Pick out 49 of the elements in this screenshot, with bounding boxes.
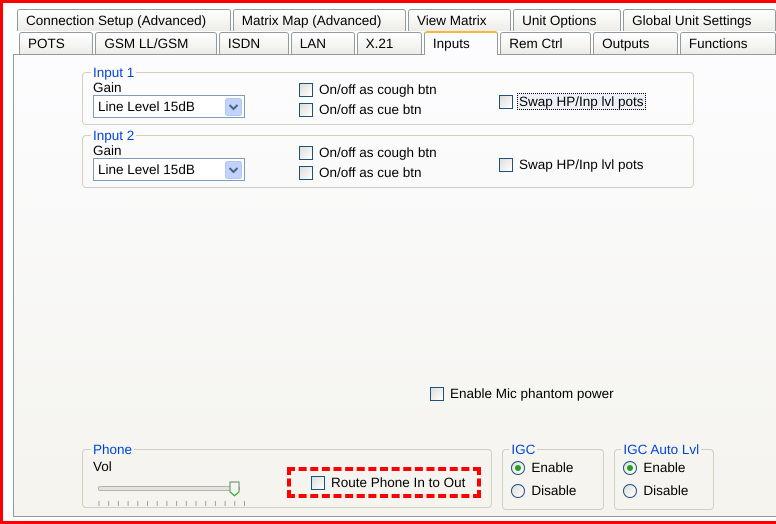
checkbox[interactable] [299,82,313,96]
tab[interactable]: X.21 [356,32,422,54]
radio-button[interactable] [511,460,526,474]
checkbox-label: On/off as cough btn [318,81,438,98]
tab[interactable]: LAN [290,32,355,54]
checkbox[interactable] [499,94,513,108]
slider-thumb[interactable] [228,481,240,497]
tab[interactable]: Matrix Map (Advanced) [232,9,406,31]
tab[interactable]: Functions [680,32,776,54]
checkbox-label: Enable Mic phantom power [449,385,615,402]
checkbox-label: On/off as cough btn [318,144,438,161]
tab[interactable]: Unit Options [513,9,622,31]
checkbox-label: Swap HP/Inp lvl pots [517,93,646,110]
checkbox-label: Route Phone In to Out [330,474,466,491]
checkbox[interactable] [311,476,325,490]
gain-label: Gain [93,80,123,95]
radio-label: Disable [530,482,578,499]
tab[interactable]: View Matrix [408,9,512,31]
radio-label: Enable [530,459,574,476]
radio-button[interactable] [623,484,638,498]
group-title: IGC Auto Lvl [622,442,700,457]
checkbox-label: Swap HP/Inp lvl pots [518,156,645,173]
radio-label: Disable [642,482,690,499]
checkbox[interactable] [299,146,313,160]
group-title: Input 1 [92,65,136,80]
tab[interactable]: Rem Ctrl [500,32,592,54]
gain-dropdown[interactable]: Line Level 15dB [93,95,245,118]
checkbox[interactable] [430,386,444,400]
tab[interactable]: GSM LL/GSM [95,32,217,54]
group-title: Phone [92,442,134,457]
radio-button[interactable] [623,460,638,474]
checkbox[interactable] [499,158,513,172]
checkbox[interactable] [299,102,313,116]
group-title: IGC [510,442,536,457]
radio-button[interactable] [511,484,526,498]
volume-label: Vol [93,459,113,474]
checkbox[interactable] [299,166,313,180]
group-title: Input 2 [92,128,136,143]
tab[interactable]: Inputs [424,31,498,55]
checkbox-label: On/off as cue btn [318,164,423,181]
gain-dropdown[interactable]: Line Level 15dB [93,158,245,181]
gain-label: Gain [93,143,123,158]
tab[interactable]: ISDN [218,32,289,54]
tab[interactable]: POTS [19,32,94,54]
tab[interactable]: Global Unit Settings [623,9,776,31]
tab[interactable]: Outputs [593,32,678,54]
tab[interactable]: Connection Setup (Advanced) [17,9,231,31]
checkbox-label: On/off as cue btn [318,101,423,118]
radio-label: Enable [642,459,686,476]
